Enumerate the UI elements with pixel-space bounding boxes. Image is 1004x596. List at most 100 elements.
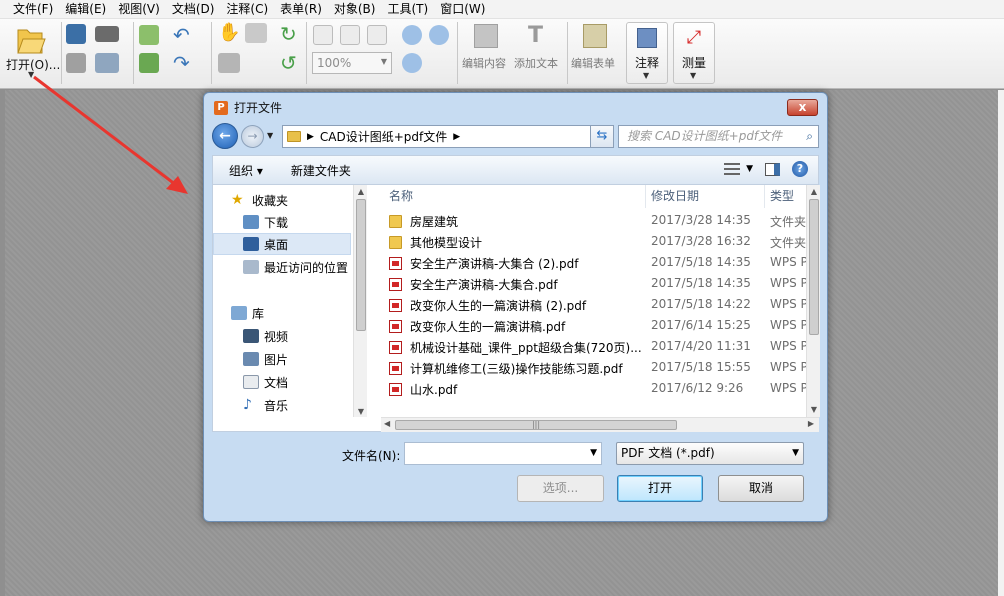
nav-videos-label: 视频: [264, 329, 289, 344]
help-icon[interactable]: ?: [792, 161, 808, 177]
file-row[interactable]: 改变你人生的一篇演讲稿.pdf 2017/6/14 15:25 WPS PDF: [381, 316, 811, 337]
file-name: 房屋建筑: [410, 215, 459, 229]
view-list-icon: [724, 163, 741, 175]
nav-documents[interactable]: 文档: [213, 371, 351, 393]
pictures-icon: [243, 352, 259, 366]
star-icon: ★: [231, 192, 244, 208]
nav-scrollbar[interactable]: ▲ ▼: [353, 185, 367, 417]
filename-input[interactable]: ▼: [404, 442, 602, 465]
scroll-up-icon[interactable]: ▲: [354, 187, 368, 196]
refresh-button[interactable]: ⇆: [590, 125, 614, 148]
pdf-file-icon: [389, 320, 402, 333]
library-icon: [231, 306, 247, 320]
nav-libraries-label: 库: [252, 306, 265, 321]
file-type: 文件夹: [770, 215, 807, 229]
file-browser: ★ 收藏夹 下载 桌面 最近访问的位置 库 视频 图片 文档 ♪ 音乐 ▲ ▼ …: [212, 184, 820, 433]
cancel-button[interactable]: 取消: [718, 475, 804, 502]
download-folder-icon: [243, 215, 259, 229]
file-type: WPS PDF: [770, 360, 811, 374]
nav-favorites-label: 收藏夹: [252, 193, 289, 208]
history-dropdown-icon[interactable]: ▼: [267, 131, 273, 140]
app-logo-icon: P: [214, 100, 228, 115]
column-type[interactable]: 类型: [770, 185, 794, 208]
open-file-button[interactable]: 打开: [617, 475, 703, 502]
search-placeholder: 搜索 CAD设计图纸+pdf文件: [627, 129, 783, 143]
file-row[interactable]: 机械设计基础_课件_ppt超级合集(720页)... 2017/4/20 11:3…: [381, 337, 811, 358]
horizontal-scrollbar[interactable]: ◀ ||| ▶: [381, 417, 819, 432]
view-options-button[interactable]: ▼: [724, 163, 753, 175]
file-date: 2017/4/20 11:31: [651, 339, 751, 353]
view-dropdown-icon: ▼: [746, 164, 753, 174]
filetype-dropdown-icon: ▼: [792, 448, 799, 458]
nav-desktop[interactable]: 桌面: [213, 233, 351, 255]
nav-downloads[interactable]: 下载: [213, 211, 351, 233]
search-icon[interactable]: ⌕: [806, 126, 813, 147]
nav-recent[interactable]: 最近访问的位置: [213, 256, 351, 278]
address-bar[interactable]: ▶ CAD设计图纸+pdf文件 ▶ ▼: [282, 125, 607, 148]
breadcrumb-folder[interactable]: CAD设计图纸+pdf文件: [320, 128, 447, 145]
filename-dropdown-icon[interactable]: ▼: [590, 448, 597, 458]
pdf-file-icon: [389, 362, 402, 375]
scroll-up-icon[interactable]: ▲: [807, 187, 821, 196]
scroll-right-icon[interactable]: ▶: [808, 419, 814, 428]
file-type: WPS PDF: [770, 339, 811, 353]
preview-pane-icon[interactable]: [765, 162, 780, 176]
file-row[interactable]: 计算机维修工(三级)操作技能练习题.pdf 2017/5/18 15:55 WPS …: [381, 358, 811, 379]
column-name[interactable]: 名称: [389, 185, 413, 208]
nav-music[interactable]: ♪ 音乐: [213, 394, 351, 416]
dialog-title: 打开文件: [234, 101, 283, 115]
horizontal-scroll-thumb[interactable]: |||: [395, 420, 677, 430]
file-row[interactable]: 改变你人生的一篇演讲稿 (2).pdf 2017/5/18 14:22 WPS PD…: [381, 295, 811, 316]
file-date: 2017/6/14 15:25: [651, 318, 751, 332]
nav-desktop-label: 桌面: [264, 237, 289, 252]
file-row[interactable]: 山水.pdf 2017/6/12 9:26 WPS PDF: [381, 379, 811, 400]
scroll-down-icon[interactable]: ▼: [354, 407, 368, 416]
file-name: 机械设计基础_课件_ppt超级合集(720页)...: [410, 341, 642, 355]
filetype-select[interactable]: PDF 文档 (*.pdf) ▼: [616, 442, 804, 465]
file-type: WPS PDF: [770, 255, 811, 269]
pdf-file-icon: [389, 278, 402, 291]
file-row[interactable]: 安全生产演讲稿-大集合 (2).pdf 2017/5/18 14:35 WPS PD…: [381, 253, 811, 274]
nav-favorites[interactable]: ★ 收藏夹: [213, 189, 351, 211]
scroll-left-icon[interactable]: ◀: [384, 419, 390, 428]
options-button[interactable]: 选项...: [517, 475, 604, 502]
folder-icon: [287, 131, 301, 142]
nav-scroll-thumb[interactable]: [356, 199, 366, 331]
file-type: WPS PDF: [770, 297, 811, 311]
file-list-scrollbar[interactable]: ▲ ▼: [806, 185, 820, 417]
file-type: WPS PDF: [770, 381, 811, 395]
folder-icon: [389, 215, 402, 228]
pdf-file-icon: [389, 299, 402, 312]
pdf-file-icon: [389, 257, 402, 270]
file-date: 2017/3/28 14:35: [651, 213, 751, 227]
filetype-value: PDF 文档 (*.pdf): [621, 446, 715, 460]
file-scroll-thumb[interactable]: [809, 199, 819, 335]
column-modified[interactable]: 修改日期: [651, 185, 699, 208]
breadcrumb-arrow-icon[interactable]: ▶: [453, 132, 460, 142]
file-row[interactable]: 房屋建筑 2017/3/28 14:35 文件夹: [381, 211, 811, 232]
open-file-dialog: P 打开文件 x ← → ▼ ▶ CAD设计图纸+pdf文件 ▶ ▼ ⇆ 搜索 …: [203, 92, 828, 522]
file-type: WPS PDF: [770, 276, 811, 290]
nav-videos[interactable]: 视频: [213, 325, 351, 347]
navigation-pane: ★ 收藏夹 下载 桌面 最近访问的位置 库 视频 图片 文档 ♪ 音乐 ▲ ▼: [213, 185, 367, 433]
nav-pictures[interactable]: 图片: [213, 348, 351, 370]
close-button[interactable]: x: [787, 99, 818, 116]
organize-button[interactable]: 组织 ▾: [229, 162, 263, 179]
file-name: 改变你人生的一篇演讲稿 (2).pdf: [410, 299, 587, 313]
forward-button[interactable]: →: [241, 125, 264, 148]
back-button[interactable]: ←: [212, 123, 238, 149]
nav-documents-label: 文档: [264, 375, 289, 390]
file-date: 2017/5/18 15:55: [651, 360, 751, 374]
file-row[interactable]: 安全生产演讲稿-大集合.pdf 2017/5/18 14:35 WPS PDF: [381, 274, 811, 295]
file-row[interactable]: 其他模型设计 2017/3/28 16:32 文件夹: [381, 232, 811, 253]
command-bar: 组织 ▾ 新建文件夹 ▼ ?: [212, 155, 819, 184]
nav-libraries[interactable]: 库: [213, 302, 351, 324]
pdf-file-icon: [389, 341, 402, 354]
file-name: 安全生产演讲稿-大集合.pdf: [410, 278, 558, 292]
pdf-file-icon: [389, 383, 402, 396]
nav-pictures-label: 图片: [264, 352, 289, 367]
new-folder-button[interactable]: 新建文件夹: [291, 162, 351, 179]
file-date: 2017/5/18 14:35: [651, 276, 751, 290]
scroll-down-icon[interactable]: ▼: [807, 405, 821, 414]
search-input[interactable]: 搜索 CAD设计图纸+pdf文件 ⌕: [618, 125, 819, 148]
